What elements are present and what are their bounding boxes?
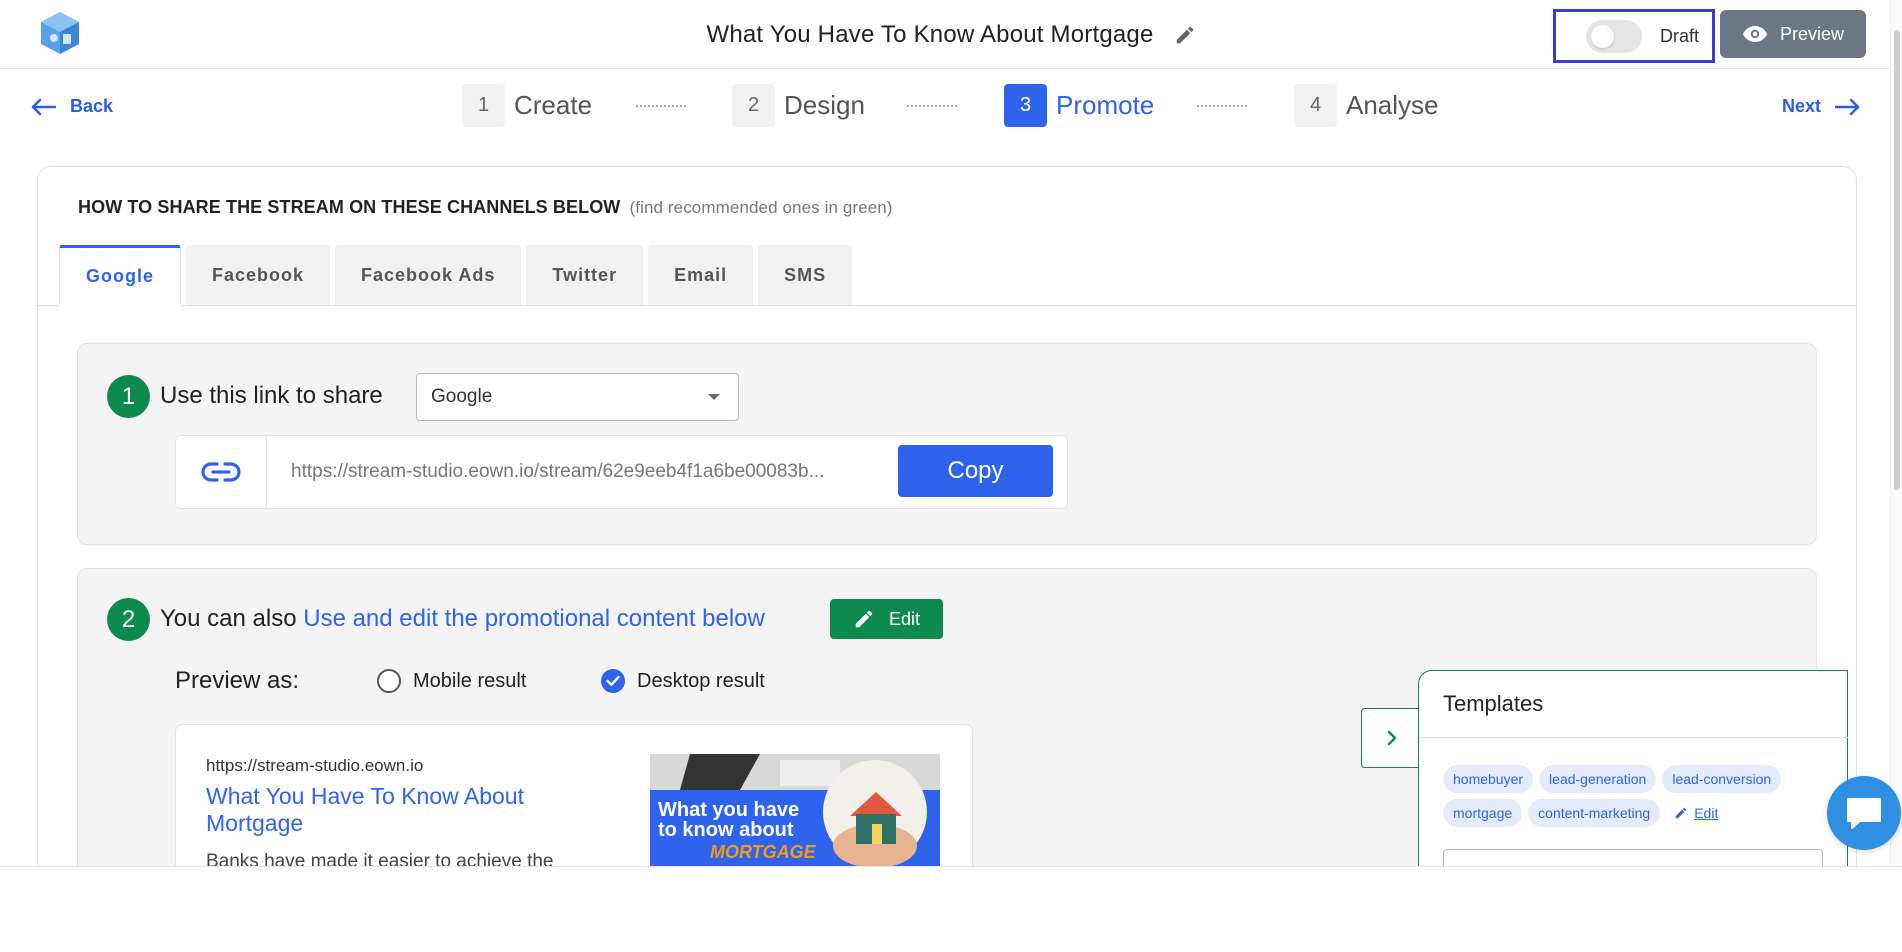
back-label: Back	[70, 96, 114, 116]
step-badge-1: 1	[107, 375, 150, 418]
search-result-preview: https://stream-studio.eown.io What You H…	[175, 724, 973, 884]
templates-toggle-button[interactable]	[1361, 708, 1421, 768]
top-bar: What You Have To Know About Mortgage Dra…	[0, 0, 1902, 69]
share-link-label: Use this link to share	[160, 382, 383, 409]
pencil-icon	[855, 610, 873, 628]
copy-button[interactable]: Copy	[898, 445, 1053, 497]
promotional-content-link[interactable]: Use and edit the promotional content bel…	[303, 605, 765, 632]
serp-thumbnail-image: What you have to know about MORTGAGE	[650, 754, 940, 874]
tabs-divider	[38, 305, 1856, 306]
caret-down-icon	[708, 394, 720, 400]
draft-toggle[interactable]	[1586, 19, 1642, 53]
tag-lead-conversion[interactable]: lead-conversion	[1662, 765, 1782, 793]
pencil-icon	[1675, 807, 1687, 819]
preview-label: Preview	[1779, 23, 1845, 44]
serp-url: https://stream-studio.eown.io	[206, 756, 424, 775]
edit-title-pencil-icon[interactable]	[1174, 24, 1196, 46]
radio-mobile-result[interactable]: Mobile result	[377, 669, 526, 693]
templates-divider	[1419, 737, 1849, 738]
chevron-right-icon	[1387, 730, 1396, 746]
share-link-box: https://stream-studio.eown.io/stream/62e…	[175, 435, 1068, 509]
share-link-section: 1 Use this link to share Google https://…	[77, 343, 1817, 545]
step-number: 4	[1294, 84, 1337, 127]
tag-mortgage[interactable]: mortgage	[1443, 799, 1523, 827]
step-analyse[interactable]: 4 Analyse	[1294, 84, 1439, 127]
tab-google[interactable]: Google	[59, 245, 181, 306]
tab-facebook[interactable]: Facebook	[186, 245, 331, 306]
svg-text:to know about: to know about	[658, 819, 794, 841]
step-connector	[636, 105, 686, 107]
edit-content-button[interactable]: Edit	[830, 599, 943, 639]
tab-facebook-ads[interactable]: Facebook Ads	[335, 245, 522, 306]
edit-tags-link[interactable]: Edit	[1674, 805, 1718, 821]
step-design[interactable]: 2 Design	[732, 84, 865, 127]
stream-title: What You Have To Know About Mortgage	[706, 20, 1154, 48]
edit-tags-label: Edit	[1694, 805, 1719, 821]
radio-checked-icon[interactable]	[601, 669, 625, 693]
draft-toggle-group: Draft	[1553, 9, 1715, 63]
app-logo-icon[interactable]	[38, 10, 82, 56]
promotional-content-label: You can also Use and edit the promotiona…	[160, 605, 765, 633]
next-label: Next	[1782, 96, 1822, 116]
template-tags: homebuyer lead-generation lead-conversio…	[1443, 765, 1843, 827]
page-bottom-area	[0, 866, 1902, 952]
share-heading-hint: (find recommended ones in green)	[629, 198, 893, 217]
serp-title[interactable]: What You Have To Know About Mortgage	[206, 783, 586, 837]
radio-desktop-result[interactable]: Desktop result	[601, 669, 765, 693]
channel-select[interactable]: Google	[416, 373, 739, 421]
share-link-url[interactable]: https://stream-studio.eown.io/stream/62e…	[291, 461, 891, 483]
channel-tabs: Google Facebook Facebook Ads Twitter Ema…	[59, 245, 857, 306]
next-button[interactable]: Next	[1782, 96, 1861, 117]
step-label: Create	[514, 90, 593, 120]
vertical-scrollbar[interactable]	[1890, 0, 1902, 866]
templates-title: Templates	[1443, 691, 1544, 716]
link-icon	[176, 436, 267, 508]
scrollbar-thumb[interactable]	[1894, 30, 1900, 490]
tab-twitter[interactable]: Twitter	[526, 245, 644, 306]
arrow-left-icon	[31, 98, 56, 115]
tab-sms[interactable]: SMS	[758, 245, 853, 306]
share-heading-text: HOW TO SHARE THE STREAM ON THESE CHANNEL…	[78, 197, 621, 217]
radio-desktop-label: Desktop result	[637, 669, 765, 692]
promotional-label-prefix: You can also	[160, 605, 297, 632]
step-number: 3	[1004, 84, 1047, 127]
tag-homebuyer[interactable]: homebuyer	[1443, 765, 1534, 793]
step-connector	[1197, 105, 1247, 107]
step-label: Analyse	[1346, 90, 1439, 120]
step-number: 1	[462, 84, 505, 127]
step-number: 2	[732, 84, 775, 127]
radio-mobile-label: Mobile result	[413, 669, 527, 692]
eye-icon	[1742, 26, 1767, 42]
svg-text:MORTGAGE: MORTGAGE	[710, 842, 817, 862]
channel-select-value: Google	[431, 386, 493, 407]
step-promote[interactable]: 3 Promote	[1004, 84, 1154, 127]
tag-lead-generation[interactable]: lead-generation	[1539, 765, 1657, 793]
radio-button[interactable]	[377, 669, 401, 693]
share-heading: HOW TO SHARE THE STREAM ON THESE CHANNEL…	[78, 197, 893, 218]
chat-support-icon[interactable]	[1827, 776, 1901, 850]
edit-label: Edit	[888, 608, 921, 629]
step-navigation: Back 1 Create 2 Design 3 Promote 4 Analy…	[0, 70, 1902, 142]
step-badge-2: 2	[107, 598, 150, 641]
step-label: Promote	[1056, 90, 1155, 120]
tag-content-marketing[interactable]: content-marketing	[1528, 799, 1661, 827]
step-label: Design	[784, 90, 865, 120]
step-create[interactable]: 1 Create	[462, 84, 592, 127]
draft-label: Draft	[1660, 25, 1700, 46]
svg-text:What you have: What you have	[658, 799, 799, 821]
arrow-right-icon	[1835, 98, 1860, 115]
tab-email[interactable]: Email	[648, 245, 754, 306]
promote-card: HOW TO SHARE THE STREAM ON THESE CHANNEL…	[37, 166, 1857, 926]
step-connector	[907, 105, 957, 107]
preview-as-label: Preview as:	[175, 667, 300, 694]
preview-button[interactable]: Preview	[1720, 10, 1866, 58]
back-button[interactable]: Back	[30, 96, 113, 117]
